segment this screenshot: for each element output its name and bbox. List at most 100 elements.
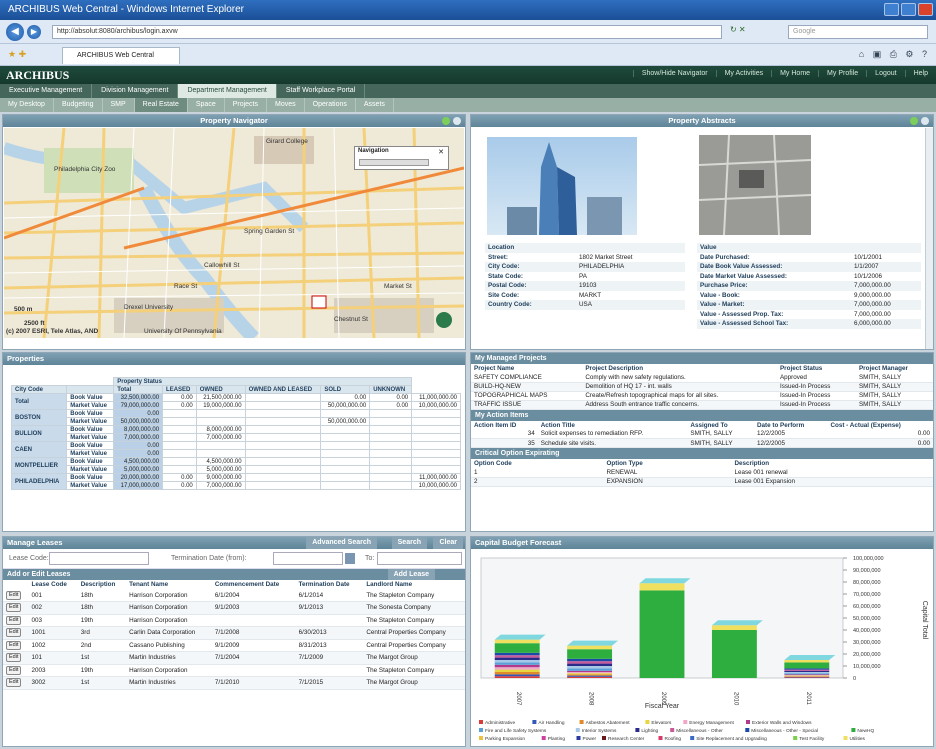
secondary-tab[interactable]: Projects [225, 98, 268, 112]
edit-button[interactable]: Edit [6, 665, 22, 675]
abstracts-scrollbar[interactable] [925, 128, 933, 349]
lease-row[interactable]: Edit 1002 2nd Cassano Publishing 9/1/2009 8/3… [3, 639, 465, 652]
top-link[interactable]: My Activities [715, 70, 772, 77]
column-header[interactable]: Lease Code [29, 580, 78, 589]
bar-segment[interactable] [784, 677, 830, 678]
refresh-icon[interactable] [442, 117, 450, 125]
bar-segment[interactable] [784, 668, 830, 670]
maximize-button[interactable] [901, 3, 916, 16]
column-header[interactable]: Project Name [471, 364, 582, 373]
column-header[interactable]: SOLD [320, 385, 371, 394]
minimize-button[interactable] [884, 3, 899, 16]
column-header[interactable]: City Code [10, 385, 68, 394]
column-header[interactable]: Landlord Name [363, 580, 465, 589]
bar-segment[interactable] [784, 673, 830, 675]
table-row[interactable]: 35 Schedule site visits. SMITH, SALLY 12/2/… [471, 438, 933, 448]
bar-segment[interactable] [639, 590, 685, 678]
lease-row[interactable]: Edit 003 19th Harrison Corporation The Stapl… [3, 614, 465, 627]
zoom-slider[interactable] [359, 159, 429, 166]
refresh-icon[interactable] [910, 117, 918, 125]
bar-segment[interactable] [567, 675, 613, 677]
bar-segment[interactable] [784, 676, 830, 677]
lease-row[interactable]: Edit 2003 19th Harrison Corporation The Stap… [3, 664, 465, 677]
lease-row[interactable]: Edit 001 18th Harrison Corporation 6/1/2004 6… [3, 589, 465, 602]
bar-segment[interactable] [494, 672, 540, 675]
bar-segment[interactable] [711, 625, 757, 630]
bar-segment[interactable] [567, 658, 613, 662]
table-row[interactable]: 34 Solicit expenses to remediation RFP. SM… [471, 429, 933, 439]
table-row[interactable]: SAFETY COMPLIANCE Comply with new safety … [471, 373, 933, 383]
forward-button[interactable]: ▶ [27, 25, 41, 39]
close-window-button[interactable] [918, 3, 933, 16]
city-code-cell[interactable]: CAEN [10, 441, 68, 458]
top-link[interactable]: My Profile [818, 70, 866, 77]
column-header[interactable]: Assigned To [687, 421, 754, 430]
column-header[interactable]: Action Item ID [471, 421, 538, 430]
column-header[interactable]: OWNED [195, 385, 246, 394]
column-header[interactable]: Project Description [582, 364, 777, 373]
primary-tab[interactable]: Division Management [92, 84, 179, 98]
edit-button[interactable]: Edit [6, 590, 22, 600]
secondary-tab[interactable]: SMP [103, 98, 135, 112]
navigation-control[interactable]: Navigation ✕ [354, 146, 449, 170]
bar-segment[interactable] [567, 645, 613, 650]
column-header[interactable]: Cost - Actual (Expense) [827, 421, 933, 430]
secondary-tab[interactable]: Real Estate [134, 98, 188, 112]
bar-segment[interactable] [567, 663, 613, 666]
refresh-icon[interactable]: ↻ ✕ [730, 25, 746, 34]
bar-segment[interactable] [494, 662, 540, 665]
column-header[interactable]: Tenant Name [126, 580, 212, 589]
bar-segment[interactable] [639, 583, 685, 591]
browser-tab[interactable]: ARCHIBUS Web Central [62, 47, 180, 64]
column-header[interactable]: OWNED AND LEASED [244, 385, 322, 394]
bar-segment[interactable] [494, 655, 540, 658]
termination-from-input[interactable] [273, 552, 343, 565]
edit-button[interactable]: Edit [6, 678, 22, 688]
secondary-tab[interactable]: My Desktop [0, 98, 54, 112]
bar-segment[interactable] [494, 643, 540, 653]
bar-segment[interactable] [494, 674, 540, 677]
bar-segment[interactable] [784, 675, 830, 677]
bar-segment[interactable] [784, 662, 830, 669]
table-row[interactable]: TOPOGRAPHICAL MAPS Create/Refresh topogra… [471, 391, 933, 401]
column-header[interactable]: Commencement Date [212, 580, 296, 589]
bar-segment[interactable] [494, 639, 540, 644]
column-header[interactable]: Total [113, 385, 164, 394]
edit-button[interactable]: Edit [6, 653, 22, 663]
bar-segment[interactable] [494, 657, 540, 660]
bar-segment[interactable] [784, 674, 830, 675]
browser-toolbar-icons[interactable]: ⌂ ▣ ⎙ ⚙ ? [859, 49, 930, 60]
bar-segment[interactable] [494, 660, 540, 663]
secondary-tab[interactable]: Assets [356, 98, 394, 112]
bar-segment[interactable] [784, 675, 830, 676]
column-header[interactable]: Description [78, 580, 126, 589]
column-header[interactable]: LEASED [162, 385, 197, 394]
map-view[interactable]: Girard College Philadelphia City Zoo Dre… [4, 128, 464, 338]
top-link[interactable]: My Home [771, 70, 818, 77]
bar-segment[interactable] [567, 676, 613, 678]
secondary-tab[interactable]: Moves [267, 98, 305, 112]
secondary-tab[interactable]: Budgeting [54, 98, 103, 112]
bar-segment[interactable] [567, 661, 613, 664]
bar-segment[interactable] [494, 652, 540, 656]
bar-segment[interactable] [494, 667, 540, 670]
lease-row[interactable]: Edit 002 18th Harrison Corporation 9/1/2003 9… [3, 601, 465, 615]
lease-code-input[interactable] [49, 552, 149, 565]
city-code-cell[interactable]: PHILADELPHIA [10, 473, 68, 490]
secondary-tab[interactable]: Space [188, 98, 225, 112]
bar-segment[interactable] [784, 660, 830, 663]
column-header[interactable]: UNKNOWN [369, 385, 413, 394]
column-header[interactable]: Project Status [777, 364, 856, 373]
back-button[interactable]: ◀ [6, 23, 24, 41]
bar-segment[interactable] [494, 664, 540, 668]
lease-row[interactable]: Edit 1001 3rd Carlin Data Corporation 7/1/20… [3, 626, 465, 640]
bar-segment[interactable] [784, 670, 830, 672]
table-row[interactable]: 2 EXPANSION Lease 001 Expansion [471, 477, 933, 487]
bar-segment[interactable] [711, 630, 757, 678]
bar-segment[interactable] [567, 649, 613, 659]
column-header[interactable]: Date to Perform [754, 421, 827, 430]
table-row[interactable]: BUILD-HQ-NEW Demolition of HQ 17 - int. w… [471, 382, 933, 392]
bar-segment[interactable] [567, 674, 613, 676]
bar-segment[interactable] [567, 666, 613, 669]
column-header[interactable]: Option Type [604, 459, 732, 468]
